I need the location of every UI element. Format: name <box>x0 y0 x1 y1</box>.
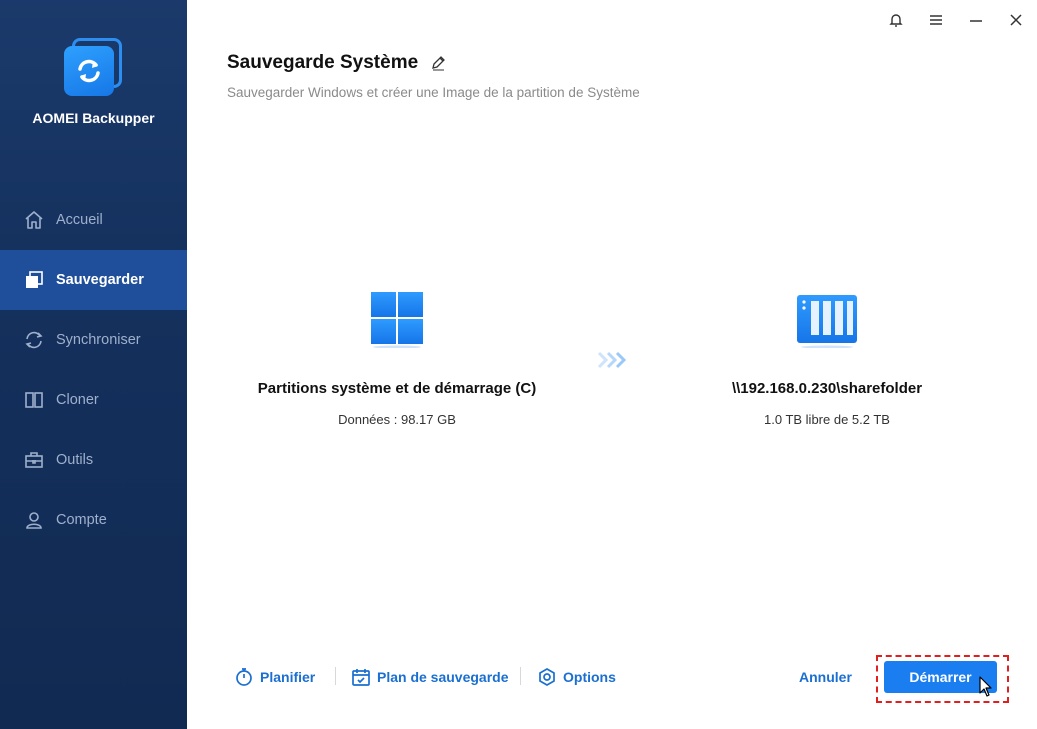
calendar-icon <box>351 667 371 687</box>
page-subtitle: Sauvegarder Windows et créer une Image d… <box>227 85 640 100</box>
gear-icon <box>537 667 557 687</box>
backup-plan-label: Plan de sauvegarde <box>377 669 509 685</box>
sidebar: AOMEI Backupper Accueil Sauvegarder Sync… <box>0 0 187 729</box>
sidebar-item-cloner[interactable]: Cloner <box>0 370 187 430</box>
sidebar-item-label: Sauvegarder <box>56 272 144 288</box>
sync-icon <box>24 330 44 350</box>
chevrons-right-icon <box>597 350 629 370</box>
sync-logo-icon <box>78 59 100 83</box>
sidebar-nav: Accueil Sauvegarder Synchroniser Cloner … <box>0 190 187 550</box>
edit-pencil-icon[interactable] <box>430 55 446 71</box>
windows-icon <box>371 292 423 348</box>
close-icon[interactable] <box>1004 8 1028 32</box>
sidebar-item-label: Outils <box>56 452 94 468</box>
toolbox-icon <box>24 450 44 470</box>
sidebar-item-label: Compte <box>56 512 107 528</box>
sidebar-item-synchroniser[interactable]: Synchroniser <box>0 310 187 370</box>
options-button[interactable]: Options <box>537 664 616 690</box>
stopwatch-icon <box>234 667 254 687</box>
sidebar-item-sauvegarder[interactable]: Sauvegarder <box>0 250 187 310</box>
divider <box>520 667 521 685</box>
source-name: Partitions système et de démarrage (C) <box>257 380 537 397</box>
cancel-button[interactable]: Annuler <box>799 669 852 685</box>
source-card[interactable]: Partitions système et de démarrage (C) D… <box>247 290 547 427</box>
sidebar-item-accueil[interactable]: Accueil <box>0 190 187 250</box>
backup-plan-button[interactable]: Plan de sauvegarde <box>351 664 509 690</box>
schedule-label: Planifier <box>260 669 316 685</box>
minimize-icon[interactable] <box>964 8 988 32</box>
clone-icon <box>24 390 44 410</box>
page-title: Sauvegarde Système <box>227 52 446 74</box>
sidebar-item-label: Accueil <box>56 212 103 228</box>
sidebar-item-outils[interactable]: Outils <box>0 430 187 490</box>
options-label: Options <box>563 669 616 685</box>
destination-card[interactable]: \\192.168.0.230\sharefolder 1.0 TB libre… <box>677 290 977 427</box>
destination-detail: 1.0 TB libre de 5.2 TB <box>764 412 890 427</box>
divider <box>335 667 336 685</box>
nas-icon <box>797 295 857 348</box>
app-logo <box>64 38 124 98</box>
schedule-button[interactable]: Planifier <box>234 664 315 690</box>
mouse-cursor-icon <box>979 676 993 698</box>
source-detail: Données : 98.17 GB <box>338 412 456 427</box>
destination-name: \\192.168.0.230\sharefolder <box>731 380 923 397</box>
bell-icon[interactable] <box>884 8 908 32</box>
app-name: AOMEI Backupper <box>32 110 155 126</box>
sidebar-item-compte[interactable]: Compte <box>0 490 187 550</box>
user-icon <box>24 510 44 530</box>
page-title-text: Sauvegarde Système <box>227 52 419 73</box>
menu-icon[interactable] <box>924 8 948 32</box>
backup-icon <box>24 270 44 290</box>
home-icon <box>24 210 44 230</box>
sidebar-item-label: Synchroniser <box>56 332 141 348</box>
sidebar-item-label: Cloner <box>56 392 99 408</box>
